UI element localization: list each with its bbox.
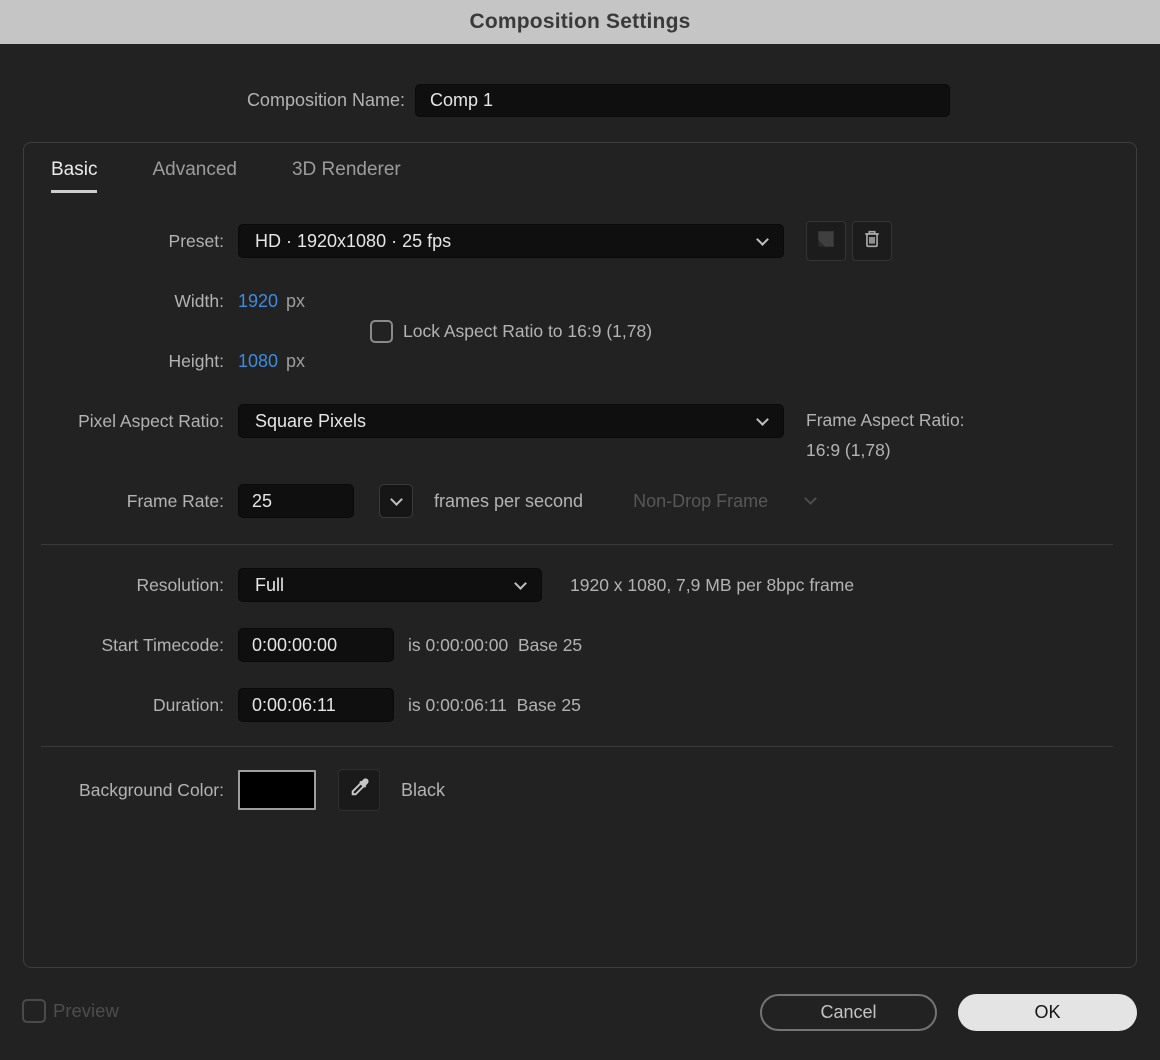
preview-label: Preview <box>53 1000 119 1021</box>
background-color-swatch[interactable] <box>238 770 316 810</box>
drop-frame-dropdown: Non-Drop Frame <box>633 490 769 511</box>
height-unit: px <box>286 350 306 371</box>
separator <box>41 746 1113 747</box>
tab-basic[interactable]: Basic <box>51 159 98 193</box>
pixel-aspect-ratio-label: Pixel Aspect Ratio: <box>78 410 224 431</box>
duration-info: is 0:00:06:11 Base 25 <box>408 694 581 715</box>
tab-bar: Basic Advanced 3D Renderer <box>51 159 456 193</box>
height-label: Height: <box>168 350 224 371</box>
start-timecode-input[interactable] <box>238 628 394 662</box>
width-label: Width: <box>174 290 224 311</box>
frame-aspect-ratio: Frame Aspect Ratio: 16:9 (1,78) <box>806 406 965 465</box>
delete-preset-button[interactable] <box>852 221 892 261</box>
pixel-aspect-ratio-value: Square Pixels <box>255 410 367 431</box>
width-row: Width: 1920 px <box>24 284 1136 318</box>
duration-input[interactable] <box>238 688 394 722</box>
pixel-aspect-ratio-row: Pixel Aspect Ratio: Square Pixels Frame … <box>24 404 1136 460</box>
frame-rate-input[interactable] <box>238 484 354 518</box>
preset-label: Preset: <box>168 230 224 251</box>
resolution-row: Resolution: Full 1920 x 1080, 7,9 MB per… <box>24 568 1136 602</box>
background-color-name: Black <box>401 779 446 800</box>
chevron-down-icon <box>756 233 769 246</box>
composition-name-input[interactable] <box>415 84 950 117</box>
height-value[interactable]: 1080 <box>238 351 278 372</box>
eyedropper-button[interactable] <box>338 769 380 811</box>
chevron-down-icon <box>756 413 769 426</box>
tab-3d-renderer[interactable]: 3D Renderer <box>292 159 401 193</box>
width-unit: px <box>286 290 306 311</box>
tab-advanced[interactable]: Advanced <box>152 159 237 193</box>
preset-dropdown[interactable]: HD · 1920x1080 · 25 fps <box>238 224 784 258</box>
chevron-down-icon <box>514 577 527 590</box>
start-timecode-label: Start Timecode: <box>101 634 224 655</box>
frame-rate-dropdown-button[interactable] <box>379 484 413 518</box>
preview-checkbox[interactable] <box>22 999 46 1023</box>
resolution-info: 1920 x 1080, 7,9 MB per 8bpc frame <box>570 574 855 595</box>
resolution-dropdown[interactable]: Full <box>238 568 542 602</box>
lock-aspect-label: Lock Aspect Ratio to 16:9 (1,78) <box>403 320 653 341</box>
new-preset-button[interactable] <box>806 221 846 261</box>
pixel-aspect-ratio-dropdown[interactable]: Square Pixels <box>238 404 784 438</box>
preset-value: HD · 1920x1080 · 25 fps <box>255 230 452 251</box>
lock-aspect-checkbox[interactable] <box>370 319 393 343</box>
frames-per-second-label: frames per second <box>434 490 584 511</box>
settings-panel: Basic Advanced 3D Renderer Preset: HD · … <box>23 142 1137 968</box>
duration-row: Duration: is 0:00:06:11 Base 25 <box>24 688 1136 722</box>
width-value[interactable]: 1920 <box>238 291 278 312</box>
chevron-down-icon <box>389 493 403 506</box>
start-timecode-info: is 0:00:00:00 Base 25 <box>408 634 583 655</box>
separator <box>41 544 1113 545</box>
chevron-down-icon <box>804 492 817 505</box>
resolution-label: Resolution: <box>136 574 224 595</box>
new-preset-icon <box>815 228 837 255</box>
preview-control: Preview <box>22 999 119 1023</box>
eyedropper-icon <box>347 776 371 805</box>
resolution-value: Full <box>255 574 285 595</box>
ok-button[interactable]: OK <box>958 994 1137 1031</box>
background-color-label: Background Color: <box>79 779 224 800</box>
frame-aspect-ratio-value: 16:9 (1,78) <box>806 439 891 460</box>
start-timecode-row: Start Timecode: is 0:00:00:00 Base 25 <box>24 628 1136 662</box>
frame-rate-label: Frame Rate: <box>126 490 224 511</box>
background-color-row: Background Color: Black <box>24 769 1136 811</box>
frame-aspect-ratio-label: Frame Aspect Ratio: <box>806 410 965 430</box>
height-row: Height: 1080 px <box>24 344 1136 378</box>
duration-label: Duration: <box>152 694 224 715</box>
frame-rate-row: Frame Rate: frames per second Non-Drop F… <box>24 484 1136 518</box>
composition-name-label: Composition Name: <box>246 90 405 110</box>
cancel-button[interactable]: Cancel <box>760 994 937 1031</box>
dialog-titlebar: Composition Settings <box>0 0 1160 44</box>
preset-row: Preset: HD · 1920x1080 · 25 fps <box>24 221 1136 261</box>
dialog-title: Composition Settings <box>469 10 691 33</box>
lock-aspect-row: Lock Aspect Ratio to 16:9 (1,78) <box>24 314 1136 348</box>
trash-icon <box>861 228 883 255</box>
